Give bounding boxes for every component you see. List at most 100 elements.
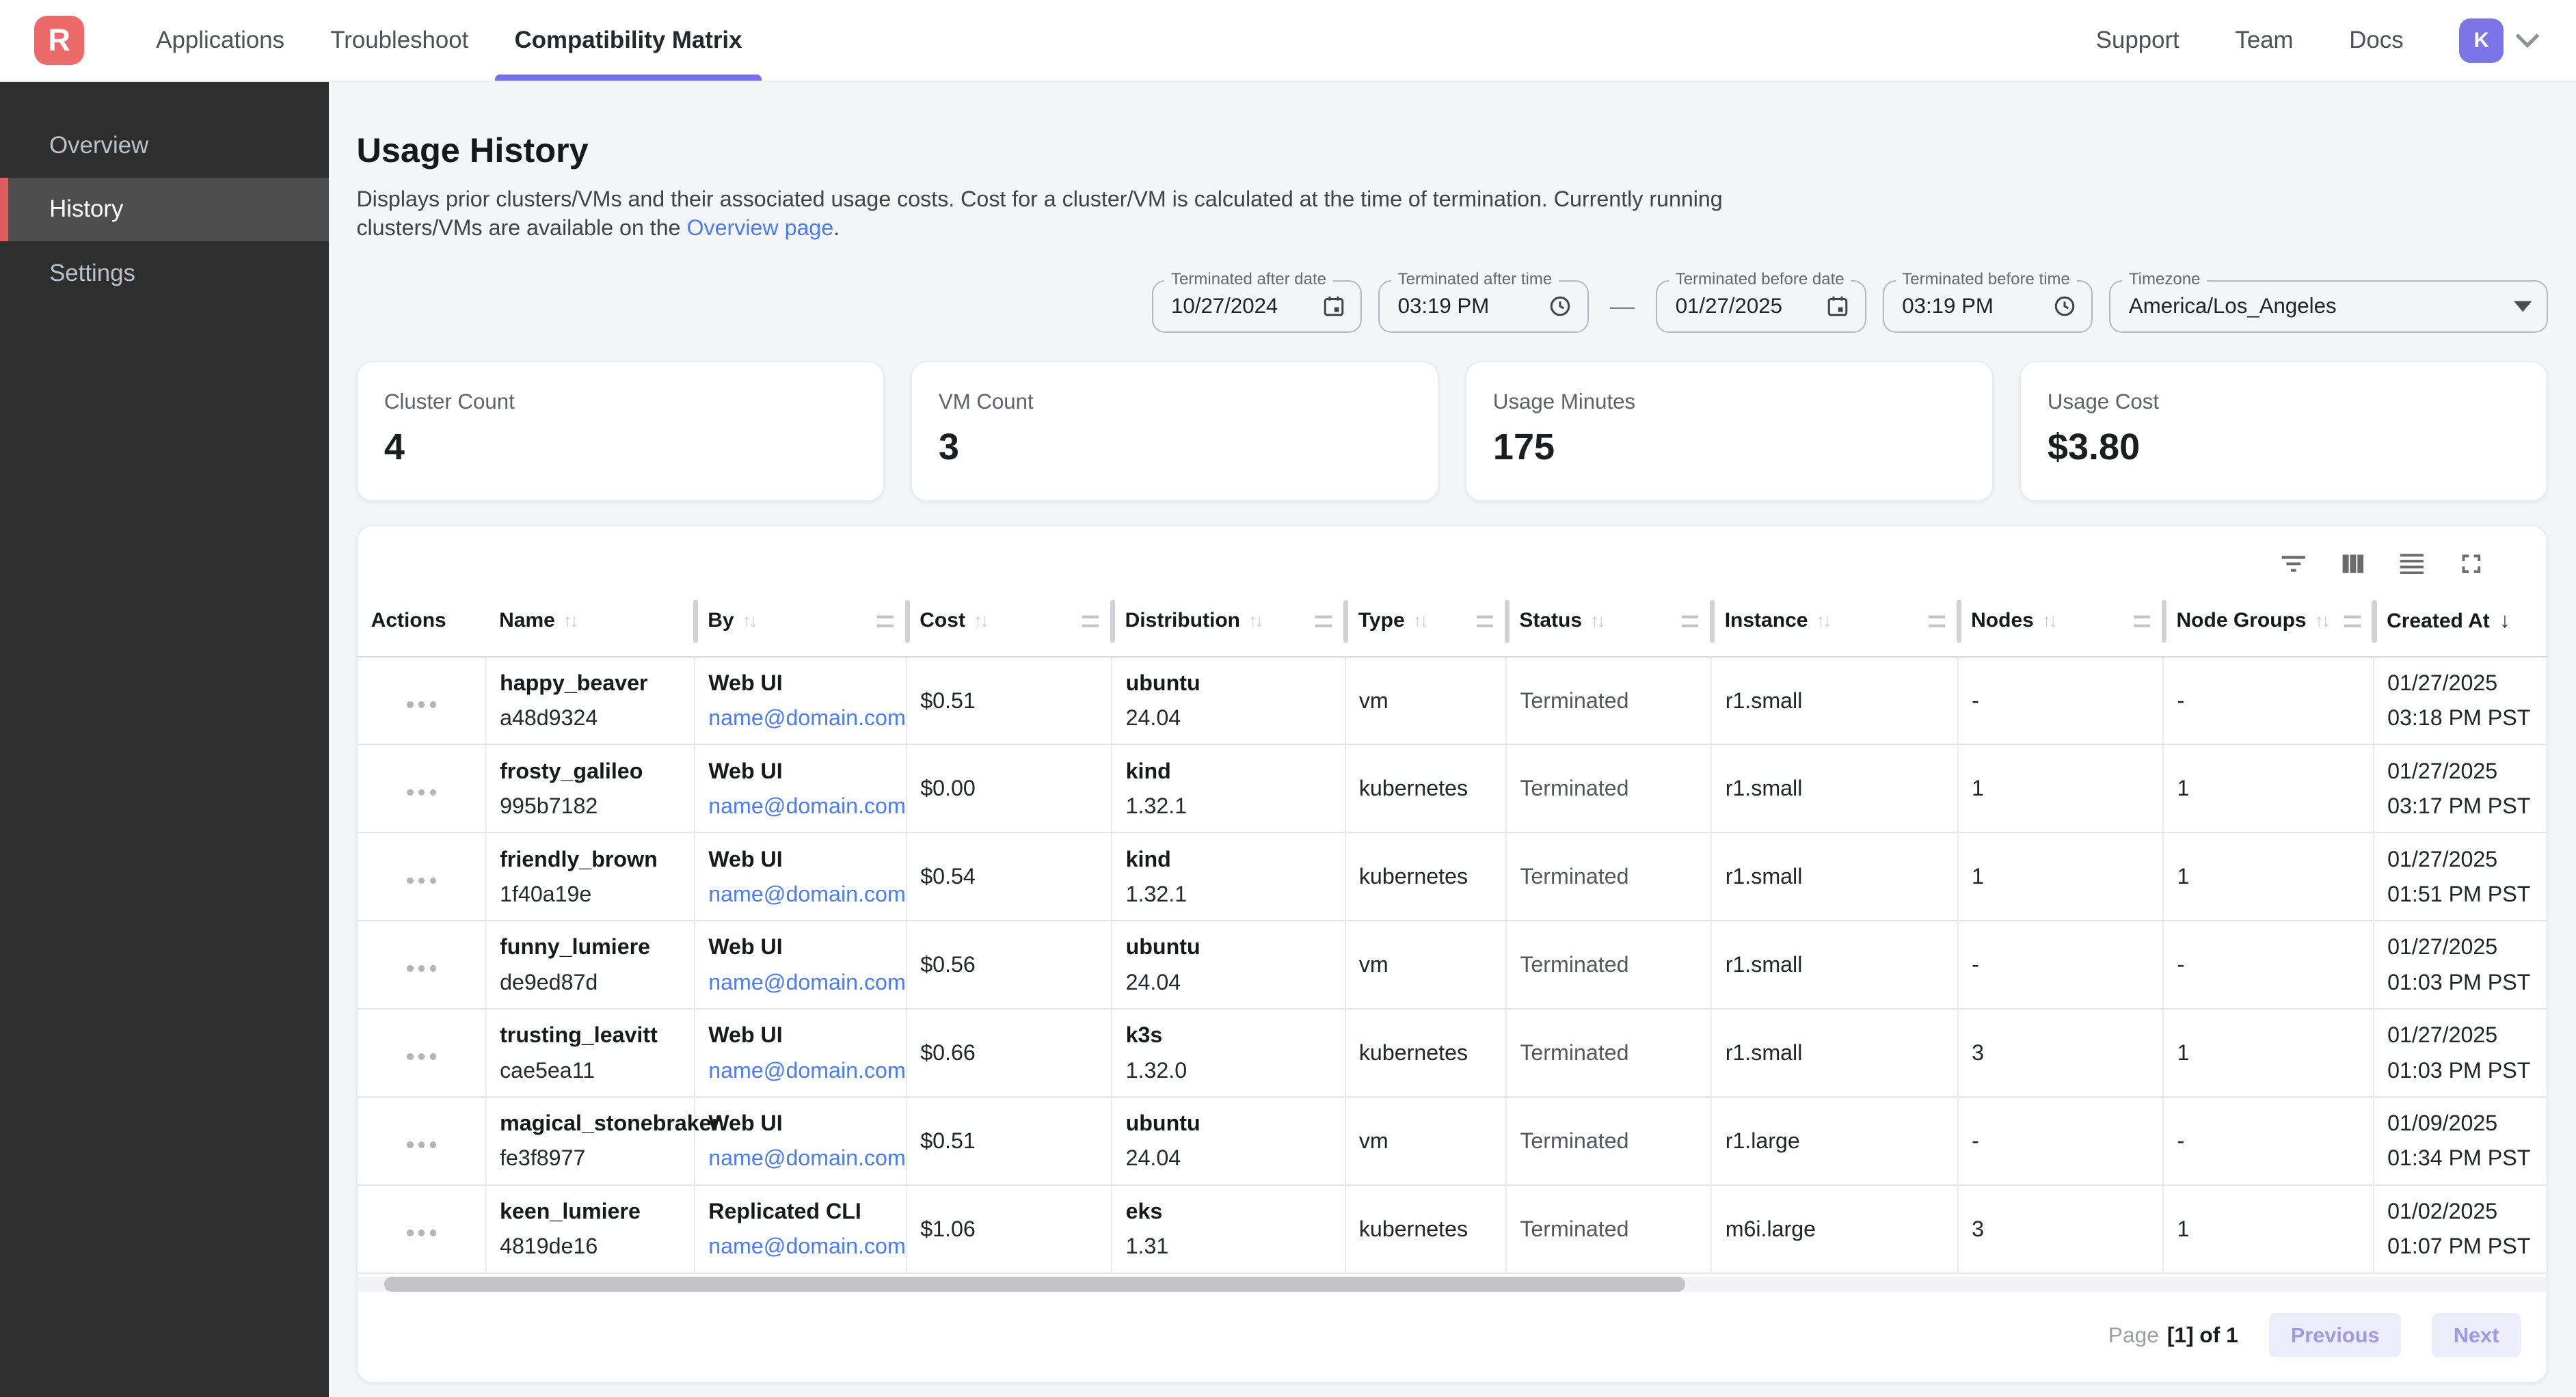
sidebar-item-settings[interactable]: Settings [0,241,329,306]
column-header-cost[interactable]: Cost [907,587,1112,657]
cell-node-groups: - [2163,657,2374,745]
sidebar-item-history[interactable]: History [0,178,329,242]
sort-icon[interactable] [1590,610,1603,632]
nav-item-docs[interactable]: Docs [2349,27,2403,54]
sort-icon[interactable] [563,610,576,632]
column-header-node-groups[interactable]: Node Groups [2163,587,2374,657]
drag-handle-icon[interactable] [1682,616,1698,627]
nav-item-team[interactable]: Team [2235,27,2293,54]
sort-icon[interactable] [2315,610,2328,632]
cell-status: Terminated [1506,657,1711,745]
sort-icon[interactable] [974,610,987,632]
row-actions-button[interactable] [400,1210,442,1248]
cell-instance: m6i.large [1711,1185,1957,1273]
column-header-status[interactable]: Status [1506,587,1711,657]
sort-icon[interactable] [742,610,755,632]
cell-cost: $0.51 [907,1097,1112,1185]
cell-name: trusting_leavitt cae5ea11 [486,1009,695,1097]
page-description: Displays prior clusters/VMs and their as… [356,185,2548,242]
fullscreen-icon[interactable] [2455,547,2488,580]
column-header-by[interactable]: By [695,587,907,657]
row-actions-button[interactable] [400,858,442,896]
next-page-button[interactable]: Next [2432,1313,2520,1357]
drag-handle-icon[interactable] [1315,616,1332,627]
stat-card-usage-cost: Usage Cost $3.80 [2020,361,2548,502]
row-actions-button[interactable] [400,770,442,808]
pagination: Page [1] of 1 Previous Next [358,1292,2547,1382]
columns-icon[interactable] [2337,547,2370,580]
user-menu[interactable]: K [2459,18,2540,63]
page-value: [1] of 1 [2167,1323,2238,1348]
drag-handle-icon[interactable] [877,616,894,627]
cell-nodes: 3 [1958,1185,2163,1273]
cell-instance: r1.small [1711,832,1957,921]
sort-icon[interactable] [2042,610,2055,632]
cell-distribution: k3s 1.32.0 [1112,1009,1345,1097]
replicated-logo[interactable]: R [34,16,83,65]
sidebar-item-overview[interactable]: Overview [0,113,329,178]
cell-actions [358,1185,485,1273]
terminated-after-date-field[interactable]: Terminated after date 10/27/2024 [1152,280,1363,333]
drag-handle-icon[interactable] [1929,616,1945,627]
drag-handle-icon[interactable] [1082,616,1099,627]
row-actions-button[interactable] [400,1122,442,1160]
cell-by: Web UI name@domain.com [695,1009,907,1097]
sort-desc-icon[interactable] [2499,608,2510,633]
cell-created-at: 01/27/2025 03:18 PM PST [2374,657,2548,745]
overview-page-link[interactable]: Overview page [687,215,834,240]
email-link[interactable]: name@domain.com [708,1058,893,1083]
row-actions-button[interactable] [400,1033,442,1072]
cell-created-at: 01/27/2025 01:03 PM PST [2374,1009,2548,1097]
main-content: Usage History Displays prior clusters/VM… [329,82,2576,1397]
terminated-before-time-field[interactable]: Terminated before time 03:19 PM [1883,280,2093,333]
sort-icon[interactable] [1248,610,1261,632]
cell-created-at: 01/27/2025 03:17 PM PST [2374,744,2548,832]
drag-handle-icon[interactable] [2344,616,2361,627]
drag-handle-icon[interactable] [1477,616,1493,627]
email-link[interactable]: name@domain.com [708,1145,893,1171]
cell-status: Terminated [1506,832,1711,921]
filter-icon[interactable] [2277,547,2310,580]
row-actions-button[interactable] [400,681,442,720]
timezone-select[interactable]: Timezone America/Los_Angeles [2109,280,2548,333]
cell-type: kubernetes [1345,832,1506,921]
column-header-distribution[interactable]: Distribution [1112,587,1345,657]
cell-distribution: kind 1.32.1 [1112,832,1345,921]
table-body: happy_beaver a48d9324 Web UI name@domain… [358,657,2548,1273]
column-header-actions: Actions [358,587,485,657]
column-header-nodes[interactable]: Nodes [1958,587,2163,657]
previous-page-button[interactable]: Previous [2269,1313,2400,1357]
column-header-name[interactable]: Name [486,587,695,657]
email-link[interactable]: name@domain.com [708,794,893,819]
drag-handle-icon[interactable] [2134,616,2150,627]
table-row: keen_lumiere 4819de16 Replicated CLI nam… [358,1185,2548,1273]
clock-icon [1548,294,1572,318]
cell-instance: r1.small [1711,744,1957,832]
nav-item-troubleshoot[interactable]: Troubleshoot [308,0,492,81]
email-link[interactable]: name@domain.com [708,705,893,731]
nav-item-support[interactable]: Support [2096,27,2179,54]
cell-cost: $0.00 [907,744,1112,832]
column-header-instance[interactable]: Instance [1711,587,1957,657]
cell-instance: r1.small [1711,1009,1957,1097]
cell-node-groups: 1 [2163,1185,2374,1273]
cell-distribution: ubuntu 24.04 [1112,921,1345,1009]
sort-icon[interactable] [1816,610,1829,632]
terminated-after-time-field[interactable]: Terminated after time 03:19 PM [1378,280,1589,333]
nav-item-compatibility-matrix[interactable]: Compatibility Matrix [492,0,765,81]
caret-down-icon [2514,301,2532,312]
density-icon[interactable] [2396,547,2428,580]
email-link[interactable]: name@domain.com [708,882,893,907]
column-header-type[interactable]: Type [1345,587,1506,657]
usage-history-page: R Applications Troubleshoot Compatibilit… [0,0,2576,1397]
horizontal-scrollbar [358,1277,2547,1292]
row-actions-button[interactable] [400,945,442,984]
range-dash: — [1610,292,1635,321]
email-link[interactable]: name@domain.com [708,970,893,995]
column-header-created-at[interactable]: Created At [2374,587,2548,657]
email-link[interactable]: name@domain.com [708,1234,893,1259]
sort-icon[interactable] [1413,610,1426,632]
nav-item-applications[interactable]: Applications [133,0,308,81]
terminated-before-date-field[interactable]: Terminated before date 01/27/2025 [1656,280,1866,333]
scrollbar-thumb[interactable] [384,1277,1685,1292]
